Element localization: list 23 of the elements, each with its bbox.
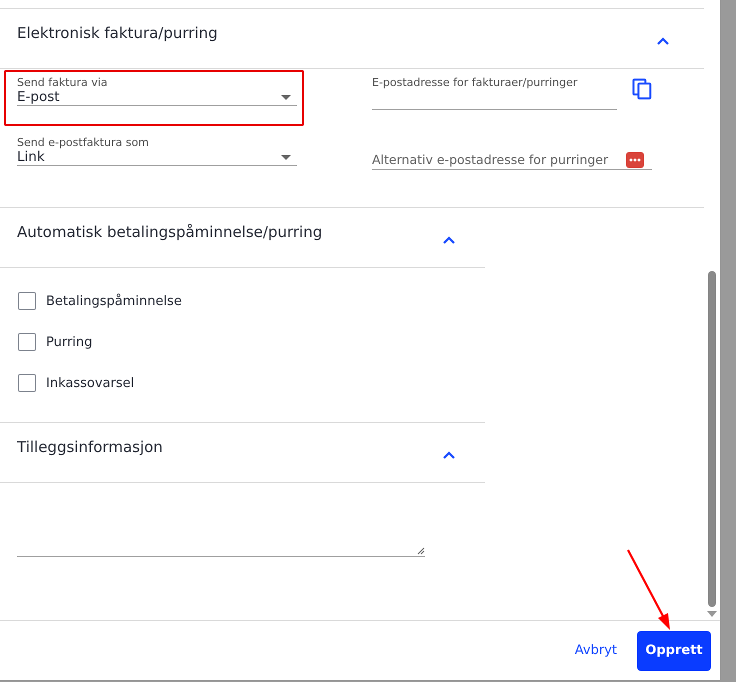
checkbox[interactable] — [18, 374, 36, 392]
checkbox[interactable] — [18, 292, 36, 310]
submit-button[interactable]: Opprett — [637, 630, 711, 670]
chevron-icon[interactable] — [442, 451, 456, 460]
checkbox[interactable] — [18, 333, 36, 351]
section-title: Tilleggsinformasjon — [17, 438, 163, 456]
cancel-button[interactable]: Avbryt — [574, 635, 617, 666]
resize-grip-icon[interactable] — [417, 547, 425, 555]
section-title: Elektronisk faktura/purring — [17, 24, 218, 42]
caret-icon — [281, 154, 291, 160]
section-title: Automatisk betalingspåminnelse/purring — [17, 222, 322, 240]
select-field[interactable]: Send e-postfaktura som Link — [17, 133, 297, 166]
dots-icon[interactable] — [626, 152, 644, 168]
copy-icon[interactable] — [632, 78, 652, 100]
chevron-icon[interactable] — [656, 37, 670, 46]
input-field[interactable]: E-postadresse for fakturaer/purringer — [372, 73, 618, 110]
checkbox-label: Purring — [46, 334, 92, 350]
chevron-icon[interactable] — [442, 236, 456, 245]
select-field[interactable]: Send faktura via E-post — [17, 73, 297, 106]
scroll-down-icon[interactable] — [707, 611, 717, 617]
checkbox-label: Inkassovarsel — [46, 376, 134, 390]
checkbox-label: Betalingspåminnelse — [46, 294, 182, 308]
caret-icon — [281, 94, 291, 100]
